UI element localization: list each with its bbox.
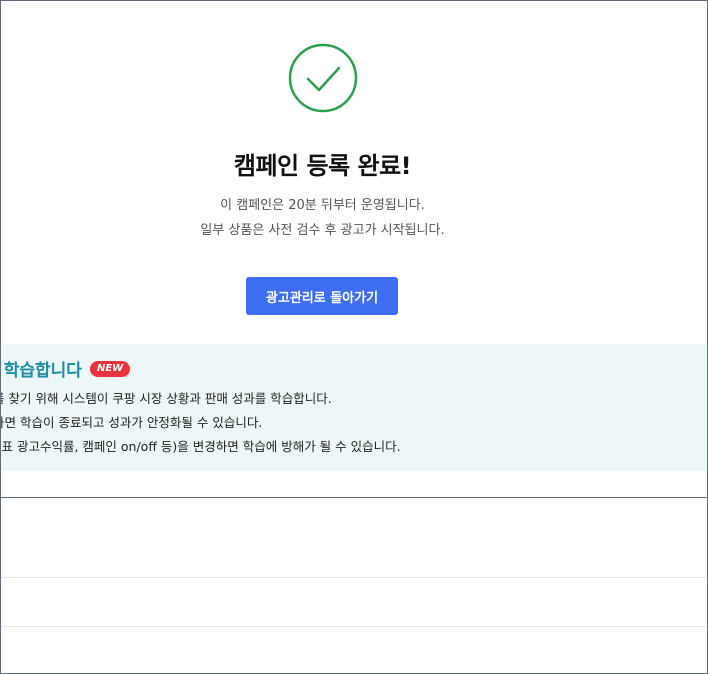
modal-subtitle-line2: 일부 상품은 사전 검수 후 광고가 시작됩니다. bbox=[200, 223, 445, 238]
modal-subtitle-line1: 이 캠페인은 20분 뒤부터 운영됩니다. bbox=[220, 198, 425, 213]
check-circle-icon bbox=[288, 43, 358, 113]
info-title-row: l 학습합니다 NEW bbox=[0, 356, 131, 381]
info-title: l 학습합니다 bbox=[0, 361, 82, 381]
background-row-divider bbox=[0, 577, 708, 578]
info-line-1: 를 찾기 위해 시스템이 쿠팡 시장 상황과 판매 성과를 학습합니다. bbox=[0, 391, 332, 406]
campaign-complete-modal: 캠페인 등록 완료! 이 캠페인은 20분 뒤부터 운영됩니다. 일부 상품은 … bbox=[0, 0, 708, 498]
back-to-ad-management-button[interactable]: 광고관리로 돌아가기 bbox=[246, 277, 398, 315]
background-row-divider bbox=[0, 626, 708, 627]
info-line-3: 목표 광고수익률, 캠페인 on/off 등)을 변경하면 학습에 방해가 될 … bbox=[0, 439, 401, 454]
info-line-2: 하면 학습이 종료되고 성과가 안정화될 수 있습니다. bbox=[0, 415, 263, 430]
new-badge: NEW bbox=[89, 360, 131, 377]
learning-info-panel: l 학습합니다 NEW 를 찾기 위해 시스템이 쿠팡 시장 상황과 판매 성과… bbox=[0, 344, 708, 471]
modal-title: 캠페인 등록 완료! bbox=[233, 152, 412, 180]
